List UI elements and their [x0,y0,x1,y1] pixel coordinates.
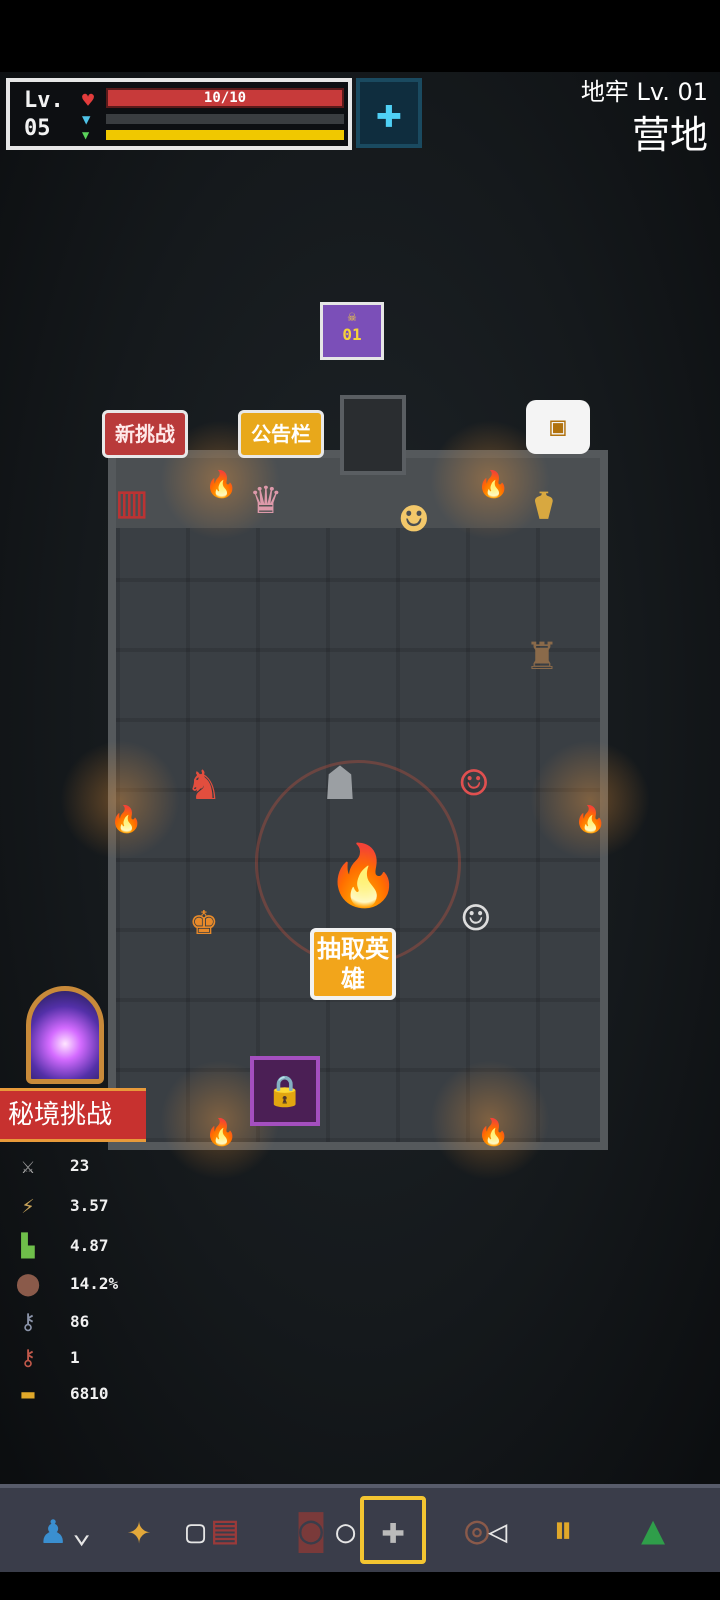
scarecrow-icon[interactable]: ♜ [528,630,556,676]
tab-bag[interactable]: ◙ [278,1496,344,1564]
torch-icon: 🔥 [205,1118,238,1148]
torch-icon: 🔥 [110,805,143,835]
stat-attack: ⚔ 23 [14,1154,154,1184]
plus-icon: ✚ [375,87,403,138]
stat-attack-speed: ⚡ 3.57 [14,1194,154,1224]
badge-number: 01 [342,325,362,344]
camp-icon: ✚ [380,1507,406,1553]
home-icon[interactable]: ○ [336,1512,355,1550]
attack-speed-icon: ⚡ [21,1194,35,1219]
stat-defense: ⬤ 14.2% [14,1272,154,1302]
boot-icon: ▙ [21,1234,35,1259]
shop-speech-bubble[interactable]: ▣ [526,400,590,454]
bottom-menu-bar: ♟ ✦ ▤ ◙ ✚ ◎ ⏸ ▲ [0,1484,720,1572]
xp-bar [106,130,344,140]
stat-blue-keys: ⚷ 86 [14,1310,154,1340]
draw-hero-button[interactable]: 抽取英雄 [310,928,396,1000]
stat-red-keys: ⚷ 1 [14,1346,154,1376]
area-name: 营地 [631,113,708,157]
stat-value: 14.2% [70,1274,119,1293]
heart-icon: ♥ [82,88,95,112]
back-icon[interactable]: ◁ [488,1512,507,1550]
mana-icon: ▼ [82,112,91,128]
gunner-hero-icon[interactable]: ☺ [460,760,488,806]
pause-icon: ⏸ [553,1507,573,1553]
level-value: 05 [24,116,51,141]
recents-icon[interactable]: ▢ [186,1512,205,1550]
ring-icon: ◎ [464,1507,490,1553]
mana-bar [106,114,344,124]
maid-hero-icon[interactable]: ☺ [462,895,490,941]
gold-icon: ▬ [21,1382,35,1407]
dungeon-level: 地牢 Lv. 01 [580,78,708,106]
bulletin-board-sign[interactable]: 公告栏 [238,410,324,458]
red-key-icon: ⚷ [19,1346,37,1371]
skull-icon: ☠ [347,309,357,325]
torch-icon: 🔥 [477,1118,510,1148]
tab-skills[interactable]: ✦ [106,1496,172,1564]
level-label: Lv. [24,88,64,113]
merchant-npc-icon[interactable]: ☻ [400,496,428,542]
sword-icon: ⚔ [21,1154,35,1179]
stat-gold: ▬ 6810 [14,1382,154,1412]
secret-realm-portal[interactable] [18,980,112,1088]
torch-icon: 🔥 [205,470,238,500]
tab-camp[interactable]: ✚ [360,1496,426,1564]
heal-button[interactable]: ✚ [356,78,422,148]
torch-icon: 🔥 [574,805,607,835]
up-icon: ▲ [640,1507,666,1553]
stat-value: 3.57 [70,1196,109,1215]
torch-icon: 🔥 [477,470,510,500]
secret-realm-label[interactable]: 秘境挑战 [0,1088,146,1142]
health-text: 10/10 [203,90,247,106]
stat-value: 1 [70,1348,80,1367]
dwarf-hero-icon[interactable]: ♚ [190,895,218,941]
new-challenge-sign[interactable]: 新挑战 [102,410,188,458]
stat-value: 23 [70,1156,90,1175]
tab-pause[interactable]: ⏸ [530,1496,596,1564]
stat-value: 86 [70,1312,90,1331]
torch-glow [60,740,180,860]
treasure-shop-icon[interactable]: ⚱ [530,480,558,526]
king-npc-icon[interactable]: ♛ [252,474,280,520]
locked-chest[interactable]: 🔒 [250,1056,320,1126]
xp-icon: ▼ [82,128,90,142]
star-icon: ✦ [126,1507,152,1553]
portal-arch-icon [26,986,104,1084]
chevron-down-icon[interactable]: ⌄ [72,1512,91,1550]
shield-icon: ⬤ [15,1272,41,1297]
stat-value: 6810 [70,1384,109,1403]
stat-move-speed: ▙ 4.87 [14,1234,154,1264]
bag-icon: ◙ [298,1507,324,1553]
torch-glow [530,740,650,860]
arcade-machine-icon[interactable]: ▥ [118,478,146,524]
tab-up[interactable]: ▲ [620,1496,686,1564]
dungeon-badge[interactable]: ☠ 01 [320,302,384,360]
blue-key-icon: ⚷ [19,1310,37,1335]
map-icon: ▣ [550,412,566,442]
lock-icon: 🔒 [266,1073,304,1109]
stat-value: 4.87 [70,1236,109,1255]
health-bar: 10/10 [106,88,344,108]
hero-icon: ♟ [40,1507,66,1553]
dungeon-door[interactable] [340,395,406,475]
player-status-panel: Lv. 05 ♥ 10/10 ▼ ▼ [6,78,352,150]
fox-hero-icon[interactable]: ♞ [190,760,218,806]
book-icon: ▤ [212,1507,238,1553]
campfire-icon[interactable]: 🔥 [326,840,401,911]
